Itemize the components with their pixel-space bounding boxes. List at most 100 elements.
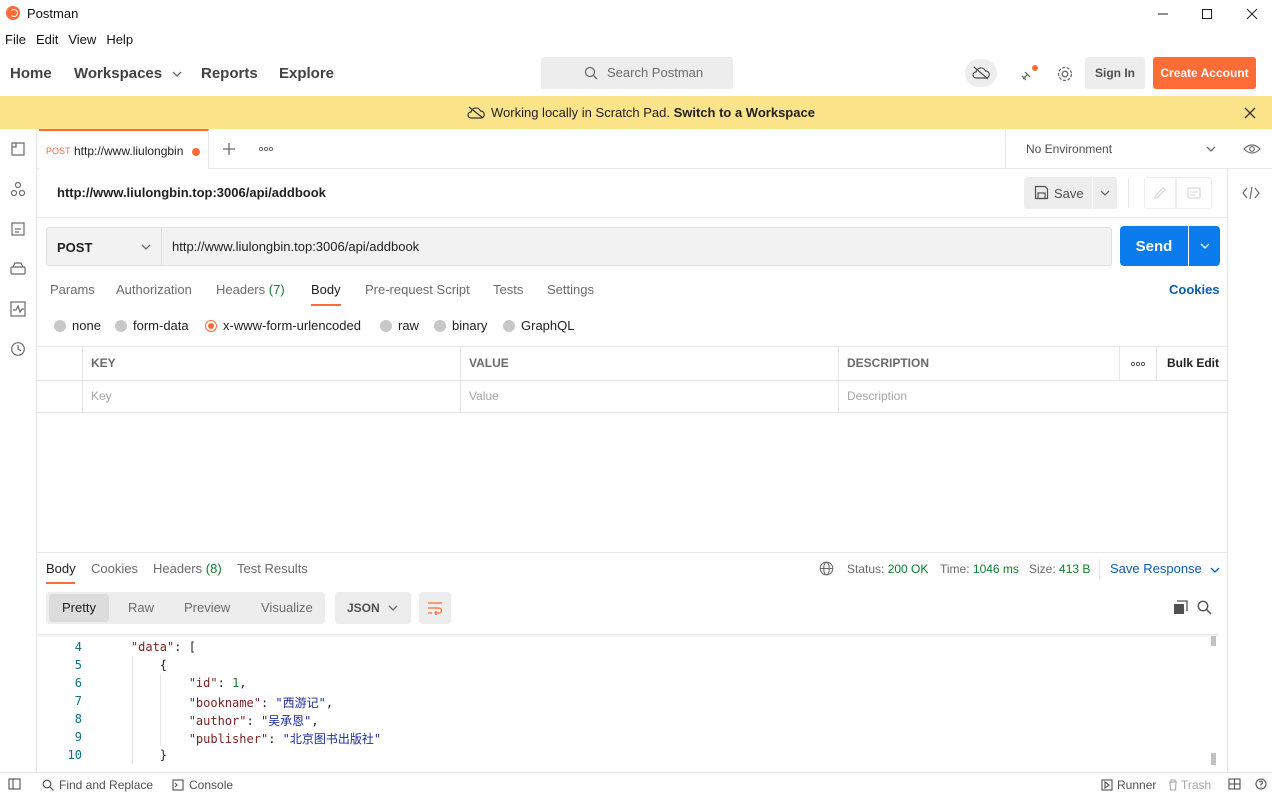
console-button[interactable]: Console	[172, 778, 233, 792]
toggle-sidebar-button[interactable]	[8, 778, 21, 790]
response-status[interactable]: Status: 200 OK	[847, 562, 928, 576]
menu-file[interactable]: File	[0, 28, 31, 52]
response-tab-body[interactable]: Body	[46, 561, 76, 576]
code-scrollbar[interactable]	[1210, 634, 1217, 770]
plus-icon	[223, 143, 235, 155]
menu-help[interactable]: Help	[101, 28, 138, 52]
banner-close-button[interactable]	[1242, 105, 1258, 121]
body-mode-graphql[interactable]: GraphQL	[503, 318, 574, 333]
radio-icon	[54, 319, 66, 332]
sign-in-button[interactable]: Sign In	[1085, 57, 1145, 89]
environment-selector[interactable]: No Environment	[1005, 129, 1235, 169]
description-input[interactable]: Description	[847, 389, 907, 403]
collections-icon[interactable]	[10, 141, 27, 158]
json-value: [	[188, 640, 196, 654]
response-search-button[interactable]	[1196, 599, 1212, 615]
scroll-down-thumb[interactable]	[1211, 753, 1216, 765]
json-separator: :	[260, 696, 276, 710]
environments-icon[interactable]	[10, 221, 27, 238]
mock-servers-icon[interactable]	[10, 261, 27, 278]
send-options-button[interactable]	[1189, 226, 1220, 266]
save-button[interactable]: Save	[1024, 177, 1092, 209]
view-tab-pretty[interactable]: Pretty	[62, 600, 96, 615]
maximize-button[interactable]	[1184, 0, 1230, 28]
nav-explore[interactable]: Explore	[279, 65, 334, 82]
view-tab-visualize[interactable]: Visualize	[261, 600, 313, 615]
response-time[interactable]: Time: 1046 ms	[940, 562, 1019, 576]
save-response-button[interactable]: Save Response	[1110, 561, 1220, 576]
radio-label: raw	[398, 318, 419, 333]
close-button[interactable]	[1229, 0, 1272, 28]
tab-headers[interactable]: Headers (7)	[216, 282, 285, 297]
menu-edit[interactable]: Edit	[31, 28, 63, 52]
value-input[interactable]: Value	[469, 389, 499, 403]
edit-button[interactable]	[1144, 177, 1176, 209]
response-tab-cookies[interactable]: Cookies	[91, 561, 138, 576]
request-tab-active[interactable]: POST http://www.liulongbin	[39, 129, 209, 169]
indent-guide	[160, 674, 161, 746]
menu-view[interactable]: View	[63, 28, 101, 52]
copy-icon	[1173, 599, 1188, 614]
response-tab-test-results[interactable]: Test Results	[237, 561, 308, 576]
cookies-link[interactable]: Cookies	[1169, 282, 1220, 297]
nav-home[interactable]: Home	[10, 65, 52, 82]
history-icon[interactable]	[10, 341, 27, 358]
save-options-button[interactable]	[1093, 177, 1117, 209]
notifications-button[interactable]	[1015, 60, 1043, 88]
view-tab-preview[interactable]: Preview	[184, 600, 230, 615]
tab-tests[interactable]: Tests	[493, 282, 523, 297]
minimize-button[interactable]	[1140, 0, 1186, 28]
view-tab-raw[interactable]: Raw	[128, 600, 154, 615]
monitors-icon[interactable]	[10, 301, 27, 318]
response-tab-headers[interactable]: Headers (8)	[153, 561, 222, 576]
body-mode-raw[interactable]: raw	[380, 318, 419, 333]
trash-button[interactable]: Trash	[1168, 778, 1211, 792]
table-options-button[interactable]	[1129, 359, 1147, 369]
code-snippet-button[interactable]	[1242, 185, 1260, 201]
copy-button[interactable]	[1172, 599, 1188, 615]
body-mode-binary[interactable]: binary	[434, 318, 487, 333]
format-select[interactable]: JSON	[335, 592, 411, 624]
tab-authorization[interactable]: Authorization	[116, 282, 192, 297]
nav-workspaces[interactable]: Workspaces	[74, 65, 182, 82]
tab-settings[interactable]: Settings	[547, 282, 594, 297]
wrap-lines-button[interactable]	[419, 592, 451, 624]
tab-body[interactable]: Body	[311, 282, 341, 297]
tab-prerequest-script[interactable]: Pre-request Script	[365, 282, 470, 297]
tab-params[interactable]: Params	[50, 282, 95, 297]
bulk-edit-button[interactable]: Bulk Edit	[1167, 356, 1219, 370]
body-mode-urlencoded[interactable]: x-www-form-urlencoded	[205, 318, 361, 333]
find-replace-button[interactable]: Find and Replace	[42, 778, 153, 792]
new-tab-button[interactable]	[220, 140, 238, 158]
runner-button[interactable]: Runner	[1101, 778, 1156, 792]
body-mode-form-data[interactable]: form-data	[115, 318, 189, 333]
globe-icon[interactable]	[819, 561, 834, 576]
send-button[interactable]: Send	[1120, 226, 1188, 266]
url-input[interactable]: http://www.liulongbin.top:3006/api/addbo…	[162, 227, 1112, 266]
response-size[interactable]: Size: 413 B	[1029, 562, 1090, 576]
response-divider[interactable]	[37, 552, 1227, 553]
create-account-button[interactable]: Create Account	[1153, 57, 1256, 89]
environment-quick-look-button[interactable]	[1242, 140, 1262, 158]
line-number: 9	[74, 730, 82, 744]
search-box[interactable]: Search Postman	[541, 57, 733, 89]
chevron-down-icon	[141, 244, 151, 250]
apis-icon[interactable]	[10, 181, 27, 198]
nav-reports[interactable]: Reports	[201, 65, 258, 82]
switch-workspace-link[interactable]: Switch to a Workspace	[674, 105, 815, 120]
scroll-up-thumb[interactable]	[1211, 636, 1216, 646]
two-pane-view-button[interactable]	[1228, 778, 1241, 790]
response-body-code[interactable]: 4 "data": [5 {6 "id": 1, 7 "bookname": "西…	[37, 634, 1219, 770]
key-input[interactable]: Key	[91, 389, 112, 403]
gear-icon	[1057, 66, 1073, 82]
settings-button[interactable]	[1051, 60, 1079, 88]
help-button[interactable]	[1255, 778, 1267, 790]
documentation-button[interactable]	[1176, 177, 1212, 209]
sync-status-button[interactable]	[965, 59, 997, 87]
code-line: 4 "data": [	[37, 640, 1207, 658]
json-key: "id"	[188, 676, 218, 690]
request-name[interactable]: http://www.liulongbin.top:3006/api/addbo…	[57, 185, 326, 200]
body-mode-none[interactable]: none	[54, 318, 101, 333]
method-select[interactable]: POST	[46, 227, 162, 266]
tab-options-button[interactable]	[256, 140, 276, 158]
